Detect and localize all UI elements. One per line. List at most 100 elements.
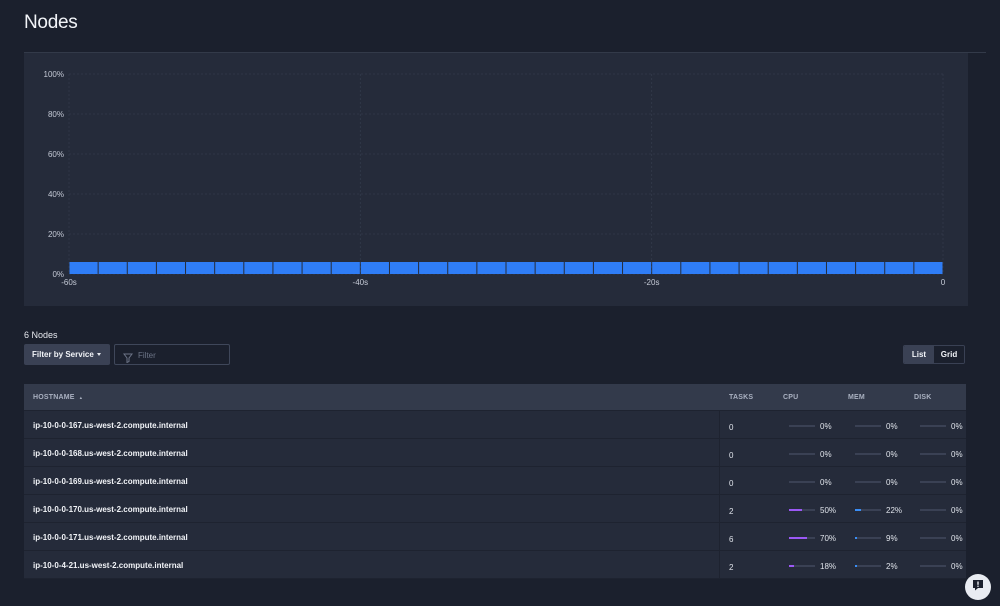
chart-bar	[477, 262, 506, 274]
chart-bar	[914, 262, 943, 274]
mem-percent: 0%	[886, 478, 898, 487]
table-row[interactable]: ip-10-0-4-21.us-west-2.compute.internal 2…	[24, 551, 966, 579]
cpu-percent: 0%	[820, 478, 832, 487]
disk-meter-track	[920, 537, 946, 539]
mem-meter-fill	[855, 537, 858, 539]
tasks-cell: 0	[729, 479, 734, 488]
mem-meter-fill	[855, 565, 857, 567]
chart-bar	[506, 262, 535, 274]
chart-bar	[593, 262, 623, 274]
chart-bar	[652, 262, 681, 274]
table-body: ip-10-0-0-167.us-west-2.compute.internal…	[24, 411, 966, 579]
column-divider	[719, 411, 720, 438]
disk-percent: 0%	[951, 534, 963, 543]
column-header-hostname[interactable]: HOSTNAME ▲	[33, 394, 83, 401]
disk-percent: 0%	[951, 478, 963, 487]
chart-bar	[98, 262, 127, 274]
chat-help-icon	[971, 578, 985, 597]
y-tick-label: 20%	[48, 230, 64, 239]
table-header: HOSTNAME ▲ TASKS CPU MEM DISK	[24, 384, 966, 411]
chart-bar	[186, 262, 215, 274]
table-row[interactable]: ip-10-0-0-167.us-west-2.compute.internal…	[24, 411, 966, 439]
hostname-cell[interactable]: ip-10-0-0-167.us-west-2.compute.internal	[33, 421, 188, 430]
cpu-percent: 50%	[820, 506, 837, 515]
caret-down-icon	[97, 353, 101, 356]
list-view-button[interactable]: List	[904, 346, 934, 363]
view-toggle: List Grid	[903, 345, 965, 364]
help-chat-button[interactable]	[965, 574, 991, 600]
mem-meter-track	[855, 565, 881, 567]
hostname-cell[interactable]: ip-10-0-0-170.us-west-2.compute.internal	[33, 505, 188, 514]
filter-input[interactable]	[138, 348, 226, 362]
chart-bar	[885, 262, 914, 274]
chart-bar	[797, 262, 826, 274]
chart-bar	[302, 262, 331, 274]
cpu-percent: 18%	[820, 562, 837, 571]
chart-svg: 100%80%60%40%20%0%-60s -40s -20s 0	[44, 70, 946, 287]
column-divider	[719, 439, 720, 466]
hostname-cell[interactable]: ip-10-0-0-169.us-west-2.compute.internal	[33, 477, 188, 486]
table-row[interactable]: ip-10-0-0-170.us-west-2.compute.internal…	[24, 495, 966, 523]
cpu-meter-fill	[789, 509, 802, 511]
column-header-disk[interactable]: DISK	[914, 394, 932, 401]
cpu-percent: 0%	[820, 450, 832, 459]
y-tick-label: 100%	[44, 70, 64, 79]
mem-percent: 22%	[886, 506, 903, 515]
x-tick-label: -60s	[61, 278, 77, 287]
column-header-tasks[interactable]: TASKS	[729, 394, 753, 401]
column-divider	[719, 495, 720, 522]
column-header-cpu[interactable]: CPU	[783, 394, 798, 401]
table-row[interactable]: ip-10-0-0-169.us-west-2.compute.internal…	[24, 467, 966, 495]
mem-percent: 2%	[886, 562, 898, 571]
x-tick-label: -40s	[353, 278, 369, 287]
column-divider	[719, 523, 720, 550]
hostname-header-label: HOSTNAME	[33, 394, 75, 401]
chart-bar	[215, 262, 244, 274]
mem-percent: 0%	[886, 450, 898, 459]
tasks-cell: 2	[729, 507, 734, 516]
chart-bar	[448, 262, 477, 274]
grid-view-button[interactable]: Grid	[934, 346, 964, 363]
x-tick-label: -20s	[644, 278, 660, 287]
page-title: Nodes	[24, 12, 78, 33]
hostname-cell[interactable]: ip-10-0-0-171.us-west-2.compute.internal	[33, 533, 188, 542]
filter-field[interactable]	[114, 344, 230, 365]
tasks-cell: 2	[729, 563, 734, 572]
chart-bar	[244, 262, 273, 274]
mem-meter-track	[855, 425, 881, 427]
nodes-usage-chart: 100% 80% 60% 40% 20% 0% -60s -40s -20s 0	[24, 53, 968, 306]
disk-meter-track	[920, 509, 946, 511]
cpu-meter-track	[789, 425, 815, 427]
chart-bar	[826, 262, 856, 274]
disk-meter-track	[920, 425, 946, 427]
filter-by-service-label: Filter by Service	[32, 350, 94, 359]
disk-percent: 0%	[951, 422, 963, 431]
sort-ascending-icon: ▲	[78, 394, 83, 400]
cpu-percent: 0%	[820, 422, 832, 431]
column-divider	[719, 467, 720, 494]
column-header-mem[interactable]: MEM	[848, 394, 865, 401]
disk-percent: 0%	[951, 562, 963, 571]
mem-meter-track	[855, 453, 881, 455]
filter-by-service-dropdown[interactable]: Filter by Service	[24, 344, 110, 365]
table-row[interactable]: ip-10-0-0-168.us-west-2.compute.internal…	[24, 439, 966, 467]
chart-bar	[681, 262, 710, 274]
tasks-cell: 6	[729, 535, 734, 544]
disk-meter-track	[920, 481, 946, 483]
y-tick-label: 40%	[48, 190, 64, 199]
cpu-meter-fill	[789, 565, 794, 567]
table-row[interactable]: ip-10-0-0-171.us-west-2.compute.internal…	[24, 523, 966, 551]
hostname-cell[interactable]: ip-10-0-4-21.us-west-2.compute.internal	[33, 561, 183, 570]
tasks-cell: 0	[729, 451, 734, 460]
chart-bar	[69, 262, 98, 274]
cpu-meter-fill	[789, 537, 808, 539]
chart-bar	[389, 262, 419, 274]
mem-meter-fill	[855, 509, 861, 511]
disk-percent: 0%	[951, 506, 963, 515]
chart-bar	[710, 262, 739, 274]
chart-bar	[156, 262, 186, 274]
disk-percent: 0%	[951, 450, 963, 459]
hostname-cell[interactable]: ip-10-0-0-168.us-west-2.compute.internal	[33, 449, 188, 458]
mem-meter-track	[855, 481, 881, 483]
column-divider	[719, 551, 720, 578]
